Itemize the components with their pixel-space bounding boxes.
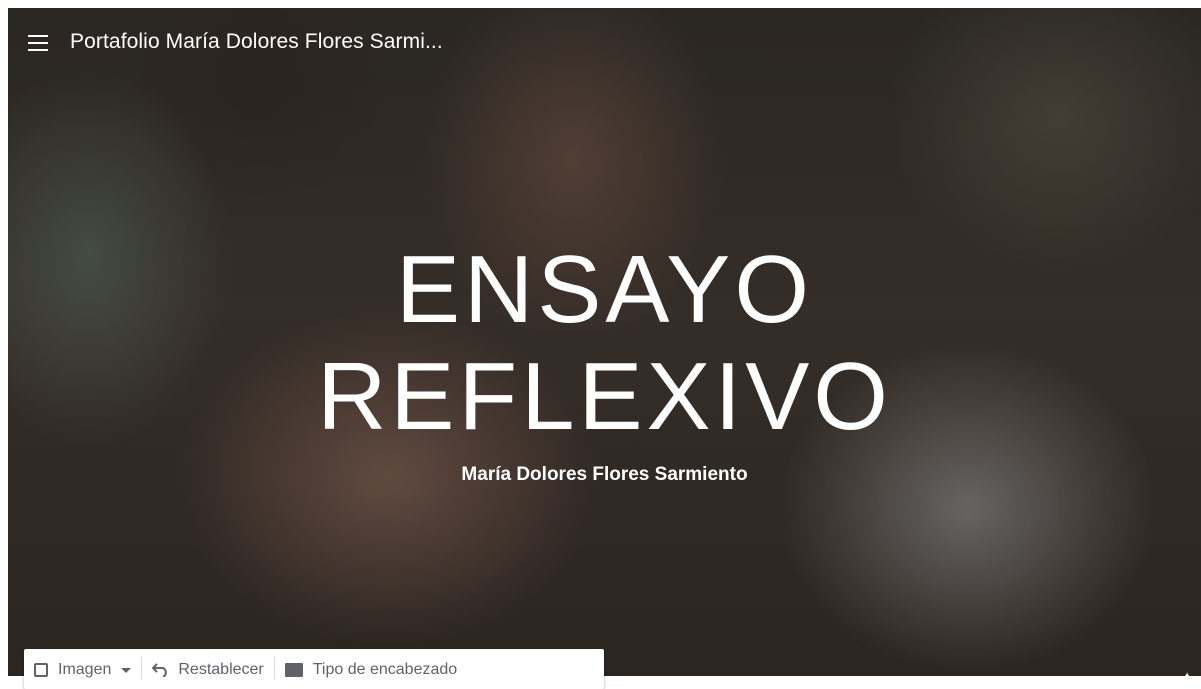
banner-corner-glyph: ✦ [1181,669,1193,676]
image-icon [34,663,48,677]
hamburger-menu-icon[interactable] [28,35,48,51]
page-title-line-1[interactable]: ENSAYO [8,242,1201,338]
reset-label: Restablecer [178,661,264,678]
undo-icon [152,663,168,677]
site-title[interactable]: Portafolio María Dolores Flores Sarmi... [70,30,443,54]
image-menu-label: Imagen [58,661,112,678]
header-type-button[interactable]: Tipo de encabezado [275,661,467,679]
page-left-margin [0,0,8,676]
site-topbar: Portafolio María Dolores Flores Sarmi... [8,8,1201,78]
page-title-line-2[interactable]: REFLEXIVO [8,349,1201,445]
header-banner: Portafolio María Dolores Flores Sarmi...… [8,8,1201,676]
page-subtitle[interactable]: María Dolores Flores Sarmiento [8,464,1201,486]
header-type-icon [284,663,303,677]
chevron-down-icon [121,667,132,673]
header-edit-toolbar: Imagen Restablecer Tipo de encabezado [24,649,604,689]
header-type-label: Tipo de encabezado [312,661,458,678]
reset-button[interactable]: Restablecer [142,661,273,679]
image-menu-button[interactable]: Imagen [24,661,141,679]
